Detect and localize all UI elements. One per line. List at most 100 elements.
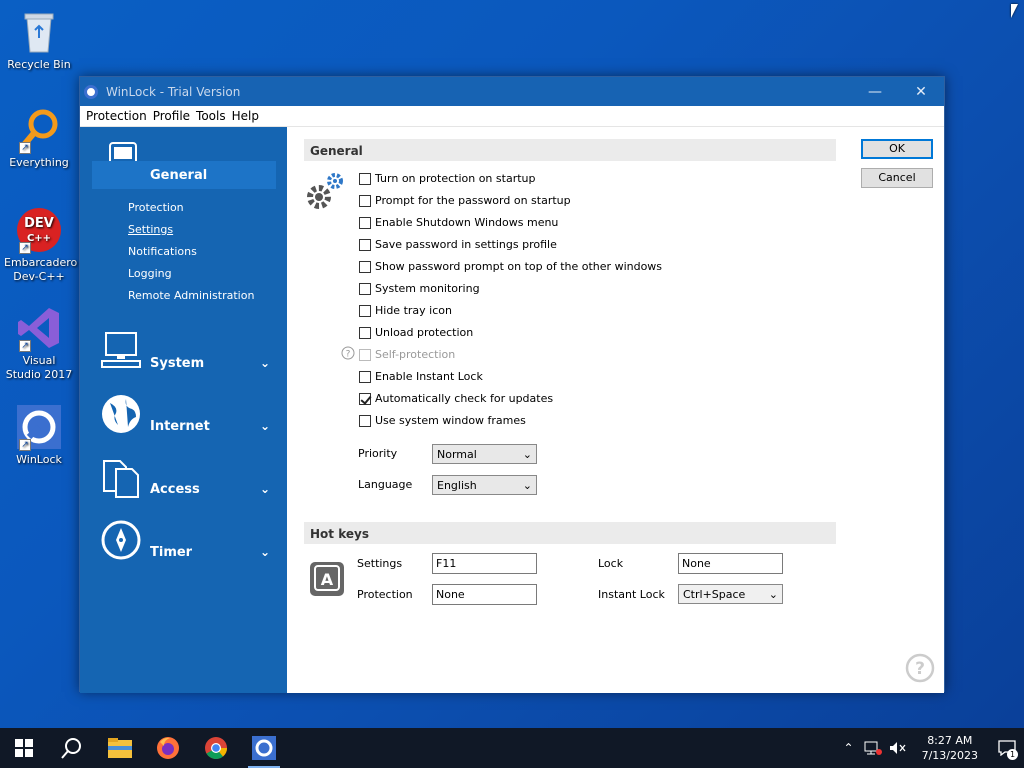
option-unload-protection[interactable]: Unload protection — [359, 326, 473, 339]
hotkey-protection-input[interactable]: None — [432, 584, 537, 605]
sidebar-item-protection[interactable]: Protection — [128, 201, 184, 214]
folder-icon — [108, 738, 132, 758]
shortcut-arrow-icon: ↗ — [19, 242, 31, 254]
sidebar-item-logging[interactable]: Logging — [128, 267, 172, 280]
option-save-password-in-settings-profile[interactable]: Save password in settings profile — [359, 238, 557, 251]
sidebar-item-notifications[interactable]: Notifications — [128, 245, 197, 258]
shortcut-arrow-icon: ↗ — [19, 340, 31, 352]
sidebar-item-remote-administration[interactable]: Remote Administration — [128, 289, 254, 302]
desktop-icon-visual-studio[interactable]: ↗ Visual Studio 2017 — [4, 304, 74, 382]
help-circle-icon[interactable]: ? — [341, 346, 355, 360]
devcpp-icon: DEV C++ ↗ — [15, 206, 63, 254]
option-automatically-check-for-updates[interactable]: Automatically check for updates — [359, 392, 553, 405]
taskbar: ⌃ 8:27 AM 7/13/2023 1 — [0, 728, 1024, 768]
hotkey-settings-label: Settings — [357, 557, 403, 570]
network-icon[interactable] — [864, 740, 882, 756]
general-section-header: General — [304, 139, 836, 161]
close-button[interactable]: ✕ — [898, 77, 944, 106]
checkbox[interactable] — [359, 238, 371, 251]
option-system-monitoring[interactable]: System monitoring — [359, 282, 480, 295]
checkbox[interactable] — [359, 304, 371, 317]
system-tray: ⌃ 8:27 AM 7/13/2023 1 — [844, 728, 1024, 768]
priority-select[interactable]: Normal ⌄ — [432, 444, 537, 464]
category-timer[interactable]: Timer ⌄ — [92, 538, 276, 566]
checkbox[interactable] — [359, 194, 371, 207]
start-button[interactable] — [0, 728, 48, 768]
search-button[interactable] — [48, 728, 96, 768]
taskbar-file-explorer[interactable] — [96, 728, 144, 768]
category-system[interactable]: System ⌄ — [92, 349, 276, 377]
desktop-icon-label: Everything — [9, 156, 69, 169]
desktop-icon-recycle-bin[interactable]: Recycle Bin — [4, 8, 74, 72]
checkbox-label: Hide tray icon — [375, 304, 452, 317]
clock-date: 7/13/2023 — [921, 749, 978, 762]
taskbar-winlock[interactable] — [240, 728, 288, 768]
checkbox[interactable] — [359, 282, 371, 295]
language-select[interactable]: English ⌄ — [432, 475, 537, 495]
winlock-icon — [252, 736, 276, 760]
settings-content: General Turn on protection on startup Pro… — [287, 127, 944, 693]
speaker-muted-icon[interactable] — [888, 740, 906, 756]
category-access[interactable]: Access ⌄ — [92, 475, 276, 503]
option-enable-shutdown-windows-menu[interactable]: Enable Shutdown Windows menu — [359, 216, 558, 229]
priority-label: Priority — [358, 447, 398, 460]
search-icon — [61, 738, 81, 759]
checkbox[interactable] — [359, 392, 371, 405]
recycle-bin-icon — [15, 8, 63, 56]
option-turn-on-protection-on-startup[interactable]: Turn on protection on startup — [359, 172, 535, 185]
sidebar-item-settings[interactable]: Settings — [128, 223, 173, 236]
checkbox[interactable] — [359, 370, 371, 383]
menu-help[interactable]: Help — [232, 109, 259, 123]
checkbox[interactable] — [359, 260, 371, 273]
help-icon[interactable]: ? — [905, 653, 935, 683]
taskbar-firefox[interactable] — [144, 728, 192, 768]
category-general[interactable]: General — [92, 161, 276, 189]
cancel-button[interactable]: Cancel — [861, 168, 933, 188]
checkbox-label: Unload protection — [375, 326, 474, 339]
chevron-down-icon: ⌄ — [259, 356, 271, 370]
menu-profile[interactable]: Profile — [153, 109, 190, 123]
checkbox-label: Self-protection — [375, 348, 456, 361]
desktop-icon-label: WinLock — [16, 453, 62, 466]
winlock-window: WinLock - Trial Version — ✕ Protection P… — [79, 76, 945, 693]
hotkey-settings-input[interactable]: F11 — [432, 553, 537, 574]
language-label: Language — [358, 478, 413, 491]
option-prompt-for-the-password-on-startup[interactable]: Prompt for the password on startup — [359, 194, 571, 207]
option-show-password-prompt-on-top-of-the-other-windows[interactable]: Show password prompt on top of the other… — [359, 260, 662, 273]
checkbox-label: Automatically check for updates — [375, 392, 554, 405]
clock[interactable]: 8:27 AM 7/13/2023 — [922, 733, 978, 763]
hotkey-lock-input[interactable]: None — [678, 553, 783, 574]
hotkey-protection-label: Protection — [357, 588, 413, 601]
checkbox[interactable] — [359, 172, 371, 185]
checkbox-label: Show password prompt on top of the other… — [375, 260, 663, 273]
windows-logo-icon — [15, 739, 33, 757]
svg-text:A: A — [321, 570, 334, 589]
keyboard-key-icon: A — [310, 562, 344, 596]
chevron-down-icon: ⌄ — [522, 447, 532, 461]
desktop-icon-everything[interactable]: ↗ Everything — [4, 106, 74, 170]
hotkey-instant-lock-select[interactable]: Ctrl+Space ⌄ — [678, 584, 783, 604]
window-title: WinLock - Trial Version — [106, 84, 241, 99]
option-hide-tray-icon[interactable]: Hide tray icon — [359, 304, 452, 317]
desktop-icon-label: Visual Studio 2017 — [5, 354, 73, 381]
minimize-button[interactable]: — — [852, 77, 898, 106]
svg-text:?: ? — [346, 350, 351, 360]
checkbox[interactable] — [359, 414, 371, 427]
option-use-system-window-frames[interactable]: Use system window frames — [359, 414, 526, 427]
desktop-icon-label: Recycle Bin — [7, 58, 71, 71]
menu-tools[interactable]: Tools — [196, 109, 226, 123]
notifications-button[interactable]: 1 — [990, 728, 1024, 768]
checkbox — [359, 348, 371, 361]
option-enable-instant-lock[interactable]: Enable Instant Lock — [359, 370, 483, 383]
category-internet[interactable]: Internet ⌄ — [92, 412, 276, 440]
chevron-up-icon[interactable]: ⌃ — [844, 741, 854, 755]
desktop-icon-winlock[interactable]: ↗ WinLock — [4, 403, 74, 467]
title-bar[interactable]: WinLock - Trial Version — ✕ — [80, 77, 944, 106]
desktop-icon-devcpp[interactable]: DEV C++ ↗ Embarcadero Dev-C++ — [4, 206, 77, 284]
checkbox[interactable] — [359, 216, 371, 229]
checkbox[interactable] — [359, 326, 371, 339]
visual-studio-icon: ↗ — [15, 304, 63, 352]
menu-protection[interactable]: Protection — [86, 109, 147, 123]
taskbar-chrome[interactable] — [192, 728, 240, 768]
ok-button[interactable]: OK — [861, 139, 933, 159]
